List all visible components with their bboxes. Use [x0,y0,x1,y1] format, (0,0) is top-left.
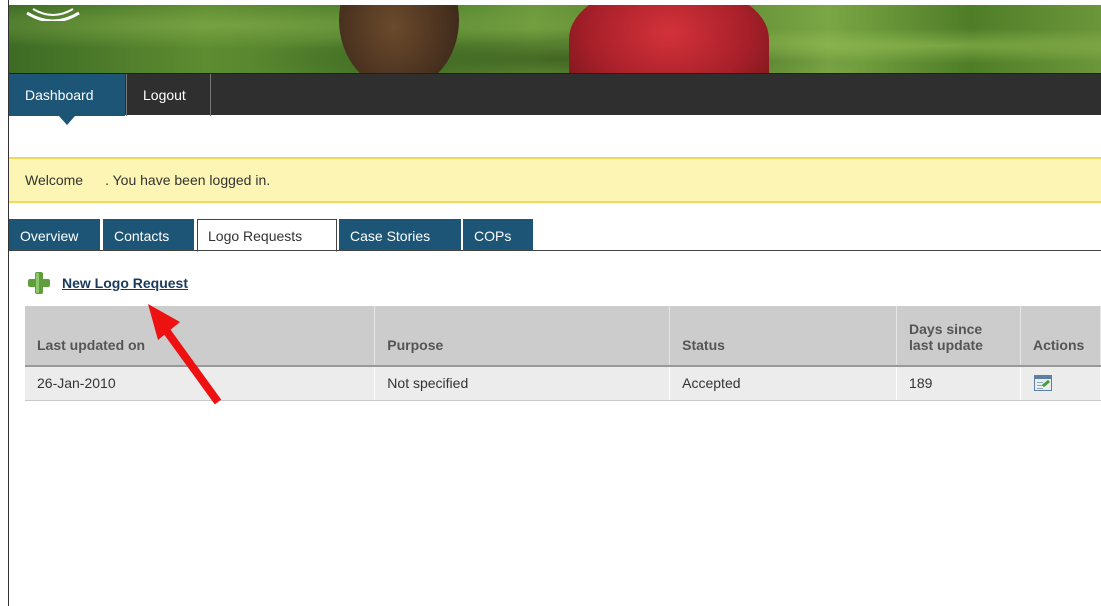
edit-icon[interactable] [1033,374,1053,392]
tab-cops[interactable]: COPs [463,219,533,251]
welcome-prefix: Welcome [25,172,84,188]
annotation-red-arrow-icon [148,304,222,405]
header-status: Status [669,306,898,367]
header-days-line1: Days since [909,321,983,337]
plus-icon[interactable] [27,271,51,295]
tab-underline [9,250,1101,251]
cell-purpose: Not specified [374,366,671,401]
tab-contacts[interactable]: Contacts [103,219,194,251]
tab-case-stories[interactable]: Case Stories [339,219,461,251]
welcome-suffix: . You have been logged in. [105,172,271,188]
header-days-since-update: Days since last update [896,306,1021,367]
cell-days: 189 [896,366,1021,401]
un-laurel-logo-icon [26,8,80,21]
new-logo-request-link[interactable]: New Logo Request [62,275,188,291]
main-nav: Dashboard Logout [9,73,1101,125]
header-days-line2: last update [909,337,983,353]
banner-person-red-clothing [569,5,769,73]
header-banner [9,5,1101,73]
banner-foliage [9,5,1101,73]
tab-overview[interactable]: Overview [9,219,100,251]
nav-dashboard[interactable]: Dashboard [9,74,125,125]
welcome-message: Welcome . You have been logged in. [9,157,1101,203]
new-logo-request-action[interactable]: New Logo Request [27,271,188,295]
cell-status: Accepted [669,366,898,401]
tab-logo-requests[interactable]: Logo Requests [197,219,337,252]
header-purpose: Purpose [374,306,671,367]
banner-person-head [339,5,459,73]
cell-actions [1020,366,1101,401]
header-actions: Actions [1020,306,1101,367]
nav-logout[interactable]: Logout [126,74,211,116]
